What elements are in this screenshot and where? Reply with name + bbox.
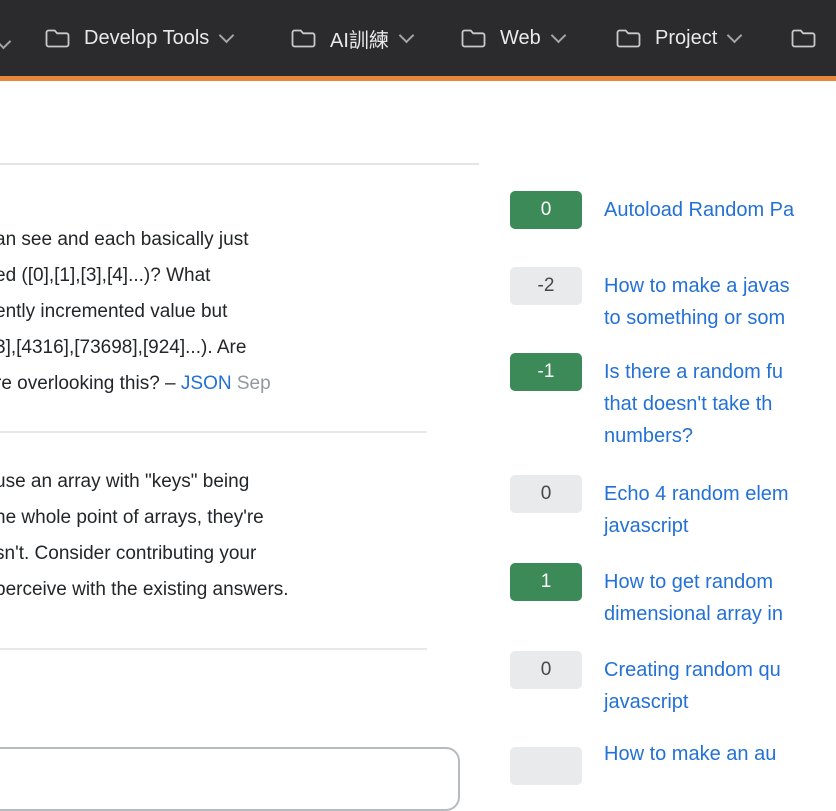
comment-author-link[interactable]: JSON (181, 373, 232, 394)
comment-text-line: sn't. Consider contributing your (0, 536, 256, 572)
vote-badge: 0 (510, 475, 582, 513)
bookmark-label: Web (500, 27, 541, 50)
bookmark-label: Project (655, 27, 717, 50)
vote-badge: -2 (510, 267, 582, 305)
related-question-link[interactable]: to something or som (604, 302, 785, 334)
chevron-down-icon (550, 27, 566, 43)
related-question-link[interactable]: Creating random qu (604, 654, 781, 686)
bookmark-folder-partial[interactable] (790, 0, 817, 76)
bookmark-label: AI訓練 (330, 24, 389, 53)
related-question-link[interactable]: that doesn't take th (604, 388, 772, 420)
chevron-down-icon[interactable] (0, 34, 11, 50)
related-question-link[interactable]: javascript (604, 686, 688, 718)
comment-text-line: he whole point of arrays, they're (0, 500, 264, 536)
top-accent-bar (0, 76, 836, 81)
related-question-link[interactable]: How to make a javas (604, 270, 790, 302)
related-question-link[interactable]: Echo 4 random elem (604, 478, 789, 510)
comment-text-line: re overlooking this? – JSON Sep (0, 366, 271, 402)
folder-icon (790, 27, 817, 49)
comment-divider (0, 648, 427, 650)
bookmarks-bar: Develop Tools AI訓練 Web Project (0, 0, 836, 76)
bookmark-folder-project[interactable]: Project (615, 0, 740, 76)
vote-badge (510, 747, 582, 785)
folder-icon (460, 27, 487, 49)
related-question-link[interactable]: Is there a random fu (604, 356, 783, 388)
related-question-link[interactable]: How to make an au (604, 738, 776, 770)
folder-icon (44, 27, 71, 49)
bookmark-label: Develop Tools (84, 27, 209, 50)
comment-text-line: 3],[4316],[73698],[924]...). Are (0, 330, 246, 366)
folder-icon (615, 27, 642, 49)
comment-text-line: perceive with the existing answers. (0, 572, 289, 608)
bookmark-folder-web[interactable]: Web (460, 0, 564, 76)
vote-badge: 0 (510, 651, 582, 689)
comment-timestamp: Sep (232, 373, 271, 394)
add-comment-input[interactable] (0, 747, 460, 811)
comment-text-line: use an array with "keys" being (0, 464, 249, 500)
related-question-link[interactable]: dimensional array in (604, 598, 783, 630)
chevron-down-icon (399, 27, 415, 43)
bookmark-folder-develop-tools[interactable]: Develop Tools (44, 0, 232, 76)
comment-text-line: ed ([0],[1],[3],[4]...)? What (0, 258, 210, 294)
comment-divider (0, 431, 427, 433)
chevron-down-icon (219, 27, 235, 43)
chevron-down-icon (727, 27, 743, 43)
vote-badge: 1 (510, 563, 582, 601)
vote-badge: 0 (510, 191, 582, 229)
comment-text-line: ently incremented value but (0, 294, 227, 330)
related-question-link[interactable]: numbers? (604, 420, 693, 452)
vote-badge: -1 (510, 353, 582, 391)
folder-icon (290, 27, 317, 49)
related-question-link[interactable]: How to get random (604, 566, 773, 598)
related-question-link[interactable]: Autoload Random Pa (604, 194, 794, 226)
page: { "bookmarks_bar": { "items": [ { "label… (0, 0, 836, 760)
related-question-link[interactable]: javascript (604, 510, 688, 542)
comment-text-line: an see and each basically just (0, 222, 249, 258)
section-divider (0, 163, 479, 165)
bookmark-folder-ai-training[interactable]: AI訓練 (290, 0, 412, 76)
comment-text: re overlooking this? – (0, 373, 181, 394)
